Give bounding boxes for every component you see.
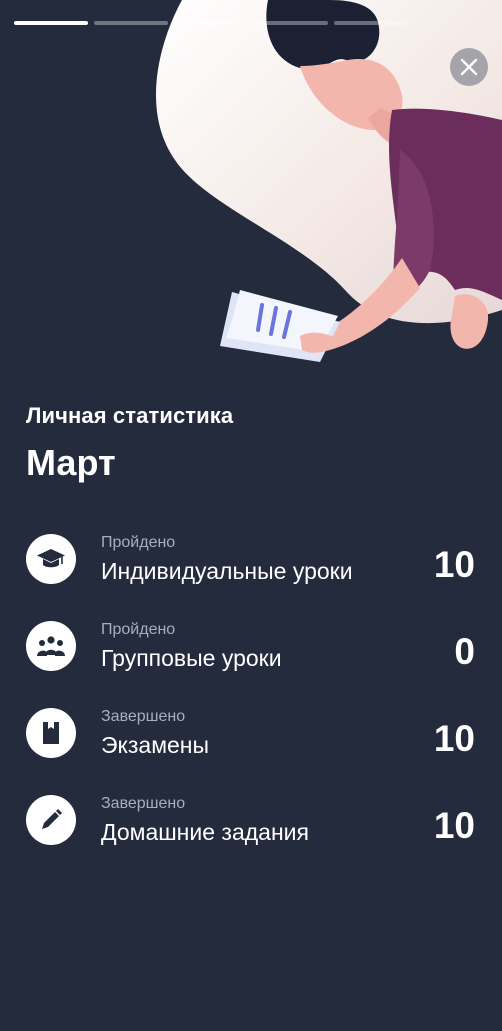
progress-segment [94, 21, 168, 25]
close-button[interactable] [450, 48, 488, 86]
close-icon [460, 58, 478, 76]
stat-label: Домашние задания [101, 819, 309, 845]
graduation-cap-icon [26, 534, 76, 584]
month-title: Март [26, 442, 116, 483]
progress-segment [174, 21, 248, 25]
stat-row-exams: Завершено Экзамены 10 [0, 704, 502, 791]
stat-value: 10 [433, 805, 475, 846]
stat-caption: Пройдено [101, 621, 176, 638]
document-icon [26, 708, 76, 758]
progress-segment [334, 21, 408, 25]
stat-value: 0 [454, 631, 475, 672]
pen-icon [26, 795, 76, 845]
stat-value: 10 [433, 718, 475, 759]
stat-label: Индивидуальные уроки [101, 558, 353, 584]
stat-label: Групповые уроки [101, 645, 282, 671]
stat-row-group-lessons: Пройдено Групповые уроки 0 [0, 617, 502, 704]
person-with-papers-illustration [156, 0, 502, 362]
stat-value: 10 [433, 544, 475, 585]
stat-caption: Завершено [101, 795, 186, 812]
stat-caption: Завершено [101, 708, 186, 725]
stat-caption: Пройдено [101, 534, 176, 551]
progress-segment-active [14, 21, 88, 25]
group-icon [26, 621, 76, 671]
progress-segment [254, 21, 328, 25]
stat-row-individual-lessons: Пройдено Индивидуальные уроки 10 [0, 530, 502, 617]
stats-subtitle: Личная статистика [26, 403, 234, 428]
stat-label: Экзамены [101, 732, 210, 758]
stat-row-homework: Завершено Домашние задания 10 [0, 791, 502, 878]
story-progress-bar [14, 21, 488, 25]
stats-list: Пройдено Индивидуальные уроки 10 Пройден… [0, 530, 502, 878]
story-screen: Личная статистика Март Пройдено Индивиду… [0, 0, 502, 1031]
